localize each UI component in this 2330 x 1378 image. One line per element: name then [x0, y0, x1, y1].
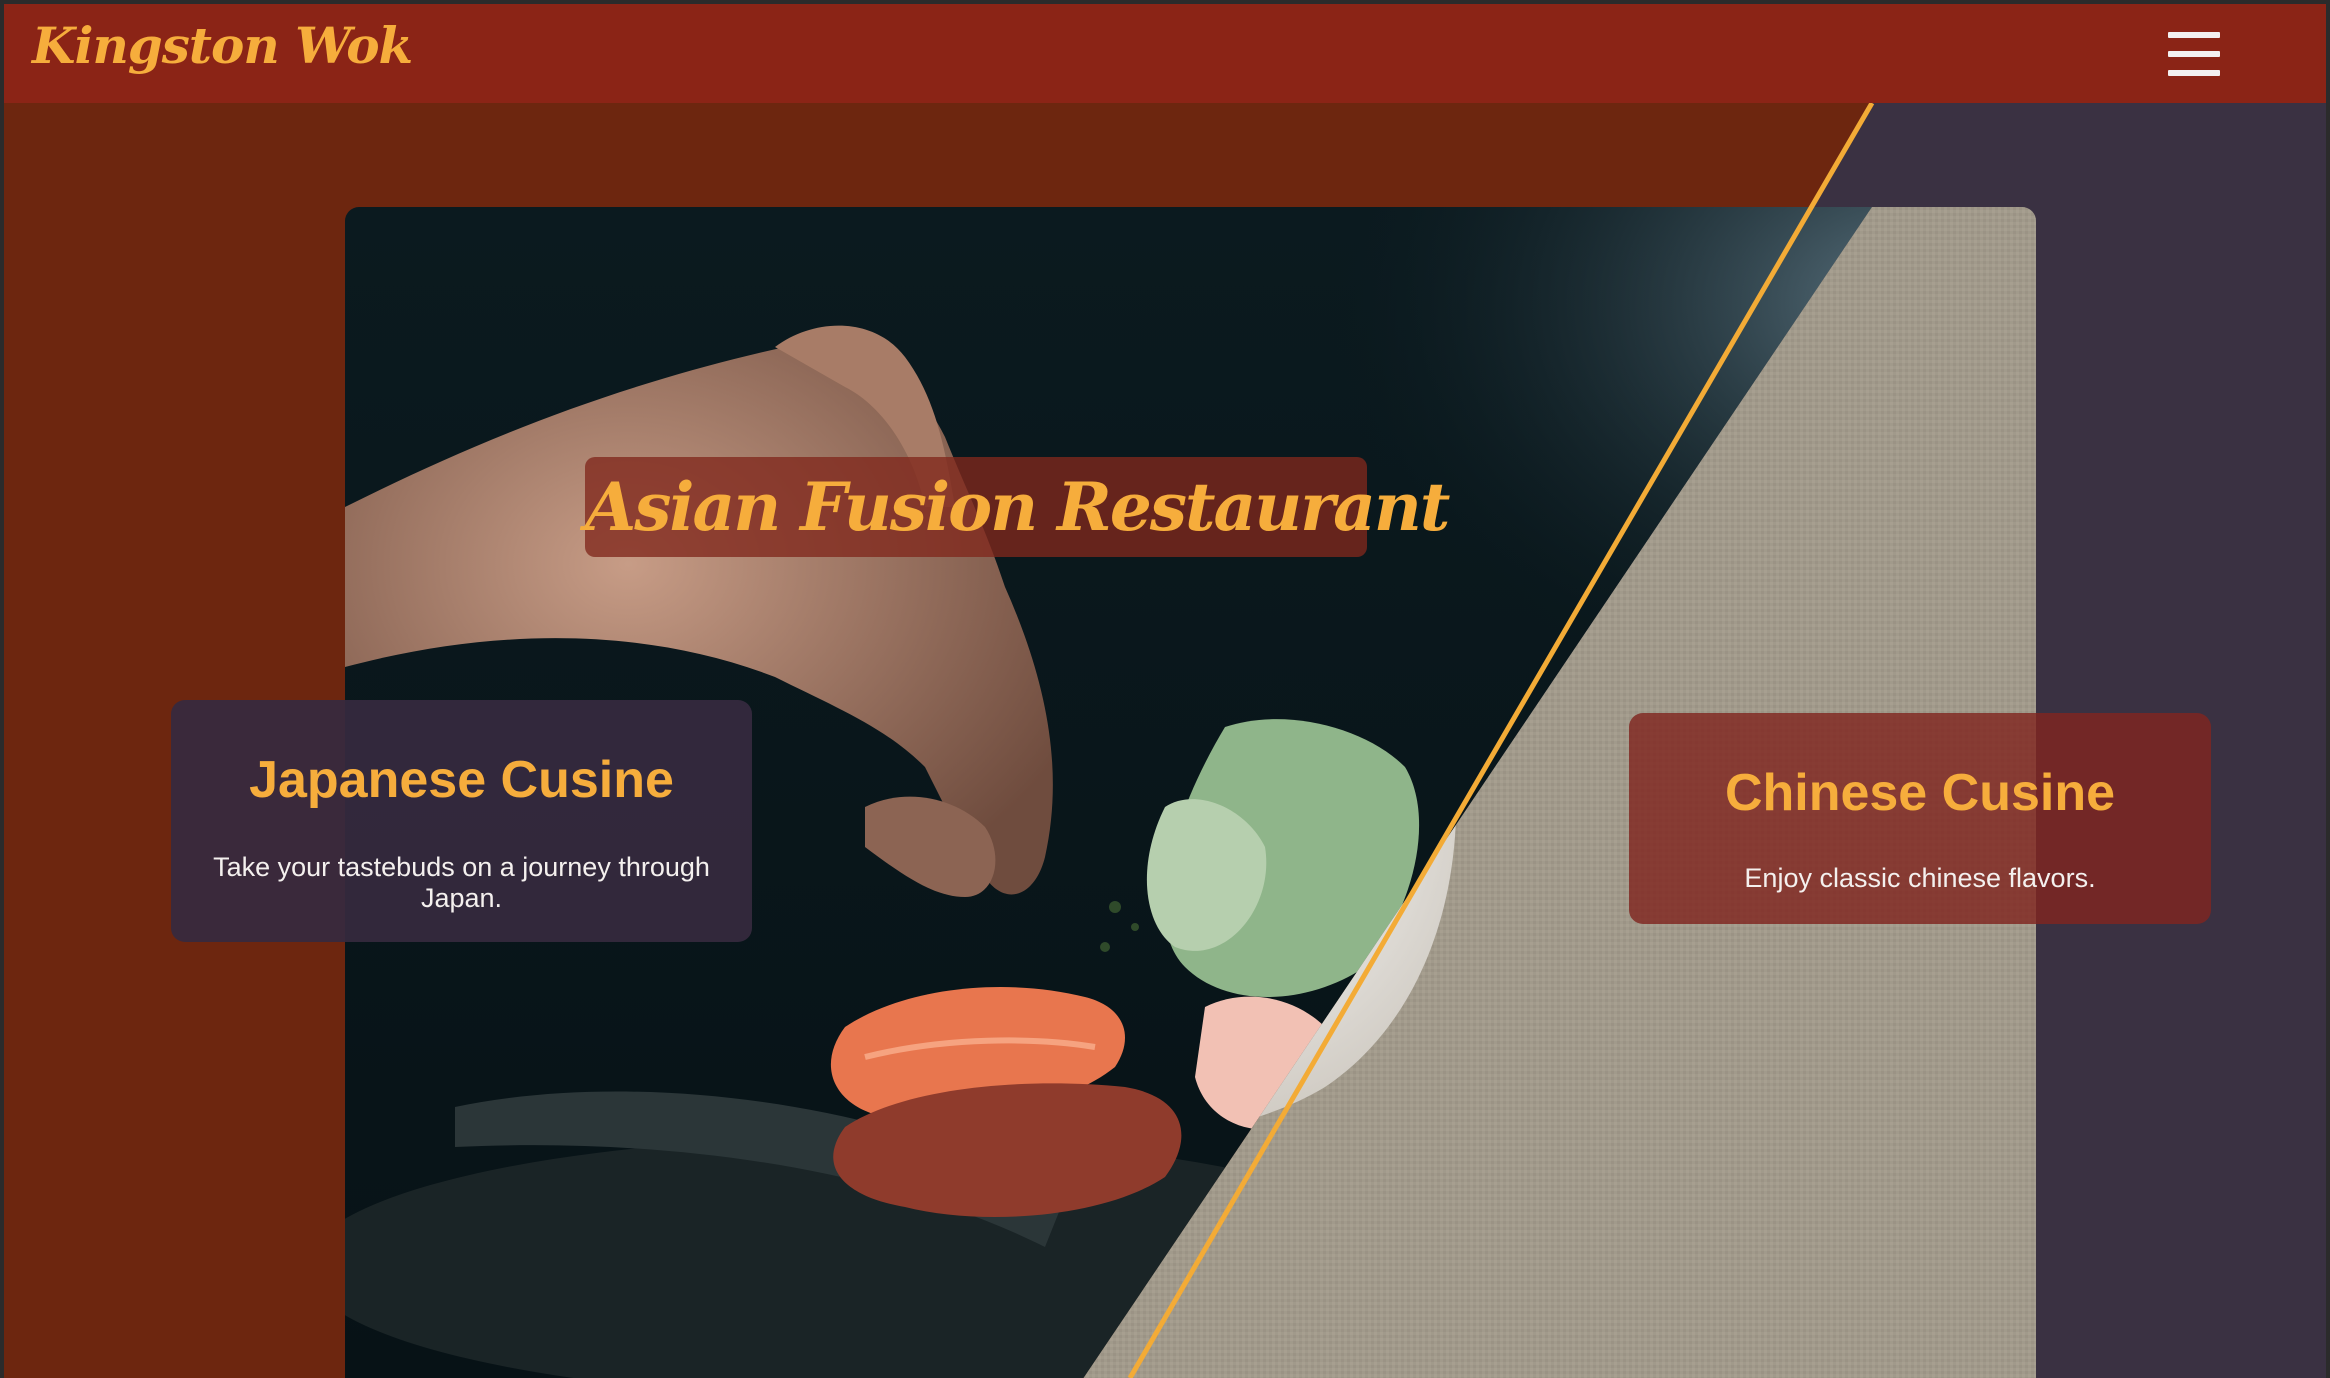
- hamburger-bar-bottom: [2168, 70, 2220, 76]
- hero-title-box: Asian Fusion Restaurant: [585, 457, 1450, 557]
- japanese-cuisine-card[interactable]: Japanese Cusine Take your tastebuds on a…: [171, 700, 752, 942]
- page: Kingston Wok Asian Fusion Restaurant Jap…: [0, 0, 2330, 1378]
- hamburger-bar-top: [2168, 32, 2220, 38]
- hamburger-bar-middle: [2168, 51, 2220, 57]
- hamburger-menu-icon[interactable]: [2168, 32, 2220, 76]
- japanese-cuisine-title: Japanese Cusine: [249, 751, 674, 809]
- brand-logo[interactable]: Kingston Wok: [32, 16, 413, 75]
- chinese-cuisine-card[interactable]: Chinese Cusine Enjoy classic chinese fla…: [1629, 713, 2211, 924]
- navbar: Kingston Wok: [0, 0, 2330, 103]
- japanese-cuisine-description: Take your tastebuds on a journey through…: [213, 852, 710, 913]
- hero-title: Asian Fusion Restaurant: [585, 468, 1450, 546]
- chinese-cuisine-title: Chinese Cusine: [1724, 764, 2116, 822]
- chinese-cuisine-description: Enjoy classic chinese flavors.: [1744, 863, 2096, 893]
